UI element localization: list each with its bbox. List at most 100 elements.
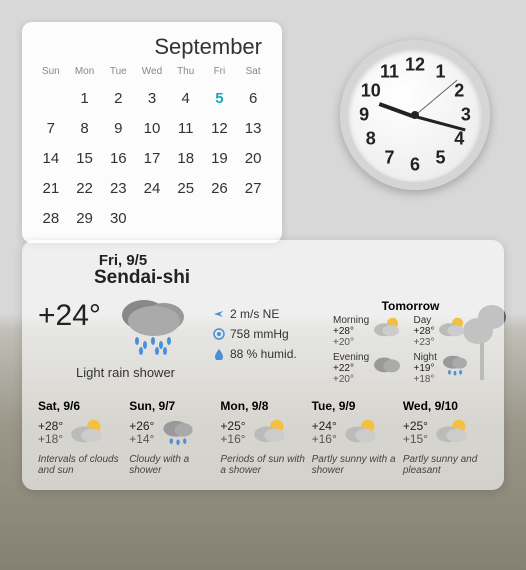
partly-icon xyxy=(434,416,470,449)
forecast-lo: +16° xyxy=(220,433,245,446)
tomorrow-part: Day+28°+23° xyxy=(414,315,489,348)
weather-desc: Light rain shower xyxy=(38,365,213,380)
forecast-day: Wed, 9/10 +25°+15° Partly sunny and plea… xyxy=(403,399,488,476)
forecast-desc: Partly sunny with a shower xyxy=(312,454,397,476)
clock-num-3: 3 xyxy=(461,105,471,126)
tomorrow-hi: +28° xyxy=(414,326,435,337)
humidity-icon xyxy=(213,348,225,360)
rain-icon xyxy=(437,352,470,385)
clock-hour-hand xyxy=(379,102,416,119)
tomorrow-hi: +28° xyxy=(333,326,369,337)
wind-icon xyxy=(213,308,225,320)
partly-icon xyxy=(69,416,105,449)
calendar-day[interactable]: 23 xyxy=(101,177,135,201)
clock-num-5: 5 xyxy=(435,147,445,168)
forecast-lo: +16° xyxy=(312,433,337,446)
weather-pressure: 758 mmHg xyxy=(230,327,289,341)
calendar-day[interactable]: 1 xyxy=(68,87,102,111)
calendar-day[interactable]: 17 xyxy=(135,147,169,171)
calendar-day[interactable]: 13 xyxy=(236,117,270,141)
calendar-day[interactable]: 11 xyxy=(169,117,203,141)
calendar-day[interactable]: 22 xyxy=(68,177,102,201)
calendar-day[interactable]: 4 xyxy=(169,87,203,111)
calendar-month: September xyxy=(34,32,270,66)
calendar-day[interactable]: 28 xyxy=(34,207,68,231)
forecast-hi: +25° xyxy=(403,420,428,433)
forecast-day: Sun, 9/7 +26°+14° Cloudy with a shower xyxy=(129,399,214,476)
partly-icon xyxy=(252,416,288,449)
calendar-day[interactable]: 9 xyxy=(101,117,135,141)
clock-num-1: 1 xyxy=(435,62,445,83)
calendar-day[interactable]: 29 xyxy=(68,207,102,231)
partly-icon xyxy=(434,315,467,348)
calendar-day[interactable]: 16 xyxy=(101,147,135,171)
clock-num-8: 8 xyxy=(366,129,376,150)
calendar-grid: SunMonTueWedThuFriSat1234567891011121314… xyxy=(34,66,270,231)
tomorrow-title: Tomorrow xyxy=(333,299,488,313)
clock-num-12: 12 xyxy=(405,55,425,76)
clock-num-11: 11 xyxy=(380,62,399,83)
calendar-day[interactable]: 27 xyxy=(236,177,270,201)
cloud-icon xyxy=(369,352,402,385)
tomorrow-part: Evening+22°+20° xyxy=(333,352,408,385)
weather-wind: 2 m/s NE xyxy=(230,307,279,321)
forecast-lo: +18° xyxy=(38,433,63,446)
clock-second-hand xyxy=(415,80,458,116)
calendar-day[interactable]: 20 xyxy=(236,147,270,171)
clock-num-10: 10 xyxy=(361,80,381,101)
weather-humidity: 88 % humid. xyxy=(230,347,297,361)
calendar-day[interactable]: 2 xyxy=(101,87,135,111)
forecast-lo: +14° xyxy=(129,433,154,446)
forecast-desc: Partly sunny and pleasant xyxy=(403,454,488,476)
forecast-hi: +26° xyxy=(129,420,154,433)
clock-minute-hand xyxy=(415,115,466,131)
weather-widget[interactable]: Fri, 9/5 Sendai-shi +24° Light rain sho xyxy=(22,240,504,490)
calendar-day[interactable]: 5 xyxy=(203,87,237,111)
calendar-day[interactable]: 30 xyxy=(101,207,135,231)
weather-forecast: Sat, 9/6 +28°+18° Intervals of clouds an… xyxy=(38,399,488,476)
calendar-day[interactable]: 14 xyxy=(34,147,68,171)
forecast-date: Tue, 9/9 xyxy=(312,399,397,413)
calendar-day[interactable]: 19 xyxy=(203,147,237,171)
forecast-hi: +24° xyxy=(312,420,337,433)
calendar-day[interactable]: 6 xyxy=(236,87,270,111)
calendar-day[interactable]: 8 xyxy=(68,117,102,141)
calendar-dow: Wed xyxy=(135,66,169,81)
calendar-dow: Sun xyxy=(34,66,68,81)
clock-num-9: 9 xyxy=(359,105,369,126)
calendar-widget[interactable]: September SunMonTueWedThuFriSat123456789… xyxy=(22,22,282,243)
weather-stats: 2 m/s NE 758 mmHg 88 % humid. xyxy=(213,293,333,385)
clock-pin xyxy=(411,111,419,119)
tomorrow-part-label: Night xyxy=(414,352,437,363)
calendar-day[interactable]: 24 xyxy=(135,177,169,201)
clock-widget[interactable]: 12 1 2 3 4 5 6 7 8 9 10 11 xyxy=(340,40,490,190)
calendar-day[interactable]: 3 xyxy=(135,87,169,111)
calendar-dow: Sat xyxy=(236,66,270,81)
forecast-desc: Cloudy with a shower xyxy=(129,454,214,476)
clock-num-2: 2 xyxy=(454,80,464,101)
partly-icon xyxy=(343,416,379,449)
calendar-day[interactable]: 7 xyxy=(34,117,68,141)
tomorrow-part-label: Evening xyxy=(333,352,369,363)
forecast-lo: +15° xyxy=(403,433,428,446)
weather-tomorrow: Tomorrow Morning+28°+20°Day+28°+23°Eveni… xyxy=(333,293,488,385)
forecast-day: Sat, 9/6 +28°+18° Intervals of clouds an… xyxy=(38,399,123,476)
tomorrow-part: Morning+28°+20° xyxy=(333,315,408,348)
calendar-day[interactable]: 10 xyxy=(135,117,169,141)
rain-icon xyxy=(160,416,196,449)
rain-cloud-icon xyxy=(109,293,194,363)
calendar-day[interactable]: 26 xyxy=(203,177,237,201)
forecast-date: Sat, 9/6 xyxy=(38,399,123,413)
tomorrow-lo: +20° xyxy=(333,374,369,385)
calendar-day[interactable]: 12 xyxy=(203,117,237,141)
forecast-hi: +25° xyxy=(220,420,245,433)
clock-num-4: 4 xyxy=(454,129,464,150)
calendar-day[interactable]: 21 xyxy=(34,177,68,201)
calendar-day[interactable]: 18 xyxy=(169,147,203,171)
forecast-desc: Intervals of clouds and sun xyxy=(38,454,123,476)
pressure-icon xyxy=(213,328,225,340)
tomorrow-lo: +23° xyxy=(414,337,435,348)
calendar-day[interactable]: 15 xyxy=(68,147,102,171)
calendar-day[interactable]: 25 xyxy=(169,177,203,201)
weather-location: Sendai-shi xyxy=(94,267,488,289)
